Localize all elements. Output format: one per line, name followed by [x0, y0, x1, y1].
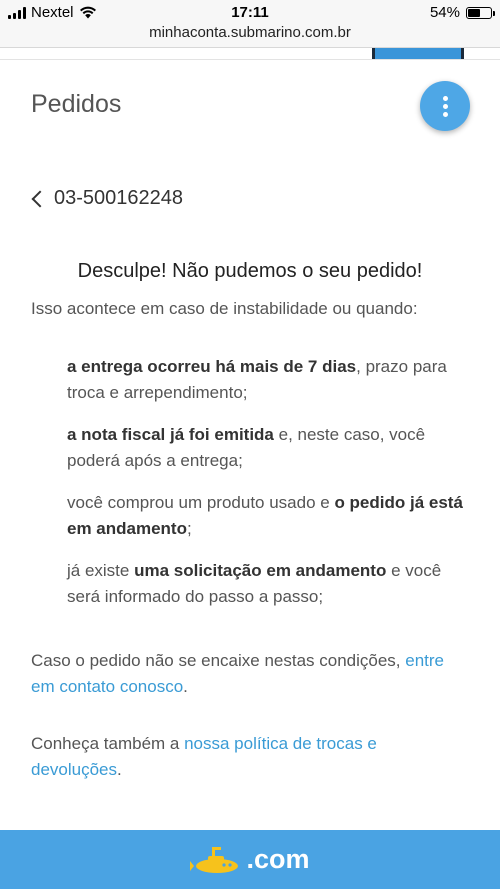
- address-bar-url[interactable]: minhaconta.submarino.com.br: [0, 24, 500, 41]
- status-bar: Nextel 17:11 54%: [0, 0, 500, 24]
- submarine-icon: [190, 846, 239, 873]
- clock: 17:11: [231, 4, 269, 21]
- reason-item: a nota fiscal já foi emitida e, neste ca…: [67, 425, 426, 470]
- contact-paragraph: Caso o pedido não se encaixe nestas cond…: [31, 651, 444, 696]
- browser-top-bar: Nextel 17:11 54% minhaconta.submarino.co…: [0, 0, 500, 48]
- submarino-logo[interactable]: .com: [190, 844, 310, 875]
- reason-item: você comprou um produto usado e o pedido…: [67, 493, 463, 538]
- policy-paragraph: Conheça também a nossa política de troca…: [31, 734, 377, 779]
- page-title: Pedidos: [31, 90, 122, 118]
- battery-group: 54%: [429, 4, 495, 21]
- error-intro: Isso acontece em caso de instabilidade o…: [31, 299, 418, 318]
- reason-item: a entrega ocorreu há mais de 7 dias, pra…: [67, 357, 447, 402]
- more-vertical-icon[interactable]: [420, 81, 470, 131]
- footer-bar: .com: [0, 830, 500, 889]
- reasons-list: a entrega ocorreu há mais de 7 dias, pra…: [67, 354, 477, 626]
- chevron-left-icon[interactable]: [31, 190, 49, 207]
- order-back-link[interactable]: 03-500162248: [30, 187, 183, 210]
- reason-item: já existe uma solicitação em andamento e…: [67, 561, 442, 606]
- error-headline: Desculpe! Não pudemos o seu pedido!: [77, 260, 423, 282]
- order-number: 03-500162248: [54, 187, 184, 209]
- page-top-strip: [0, 48, 500, 60]
- battery-icon: [466, 6, 495, 19]
- battery-percent: 54%: [429, 4, 460, 21]
- logo-text: .com: [246, 844, 310, 874]
